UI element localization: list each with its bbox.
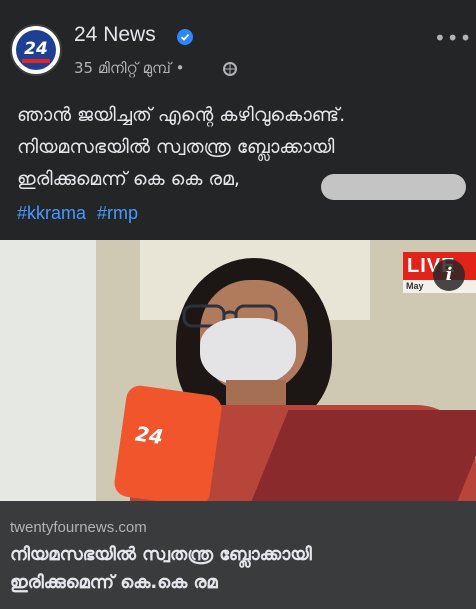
page-avatar[interactable]: 24 <box>10 24 62 76</box>
link-title-line: നിയമസഭയിൽ സ്വതന്ത്ര ബ്ലോക്കായി <box>10 544 312 565</box>
avatar-logo-text: 24 <box>24 39 48 59</box>
hashtag-link[interactable]: #rmp <box>97 203 138 223</box>
caption-line: ഞാൻ ജയിച്ചത് എന്റെ കഴിവുകൊണ്ട്. <box>17 104 346 126</box>
meta-separator: • <box>175 59 185 77</box>
hashtag-link[interactable]: #kkrama <box>17 203 86 223</box>
verified-badge-icon <box>177 29 193 45</box>
post-timestamp[interactable]: 35 മിനിറ്റ് മുമ്പ് <box>74 59 171 77</box>
link-preview-domain: twentyfournews.com <box>10 519 147 536</box>
post-image[interactable]: 24 LIVE May i <box>0 240 476 501</box>
link-preview-title[interactable]: നിയമസഭയിൽ സ്വതന്ത്ര ബ്ലോക്കായി ഇരിക്കുമെ… <box>10 541 466 597</box>
face-mask <box>200 318 296 386</box>
saree-border <box>251 410 476 501</box>
caption-line: നിയമസഭയിൽ സ്വതന്ത്ര ബ്ലോക്കായി <box>17 136 335 158</box>
link-title-line: ഇരിക്കുമെന്ന് കെ.കെ രമ <box>10 572 218 593</box>
post-header: 24 24 News 35 മിനിറ്റ് മുമ്പ് • ••• <box>0 0 476 96</box>
info-icon[interactable]: i <box>433 259 465 291</box>
redacted-text-blur <box>321 174 466 200</box>
news-microphone: 24 <box>112 383 224 501</box>
mic-logo-text: 24 <box>133 421 165 450</box>
avatar-logo-bar <box>22 59 50 63</box>
globe-icon[interactable] <box>223 62 237 76</box>
hashtag-row: #kkrama #rmp <box>17 203 144 224</box>
news-feed-post: 24 24 News 35 മിനിറ്റ് മുമ്പ് • ••• ഞാൻ … <box>0 0 476 609</box>
image-wall <box>0 240 96 501</box>
page-name-link[interactable]: 24 News <box>74 23 156 47</box>
post-meta: 35 മിനിറ്റ് മുമ്പ് • <box>74 59 185 77</box>
more-options-button[interactable]: ••• <box>434 26 472 50</box>
avatar-logo: 24 <box>16 30 56 70</box>
